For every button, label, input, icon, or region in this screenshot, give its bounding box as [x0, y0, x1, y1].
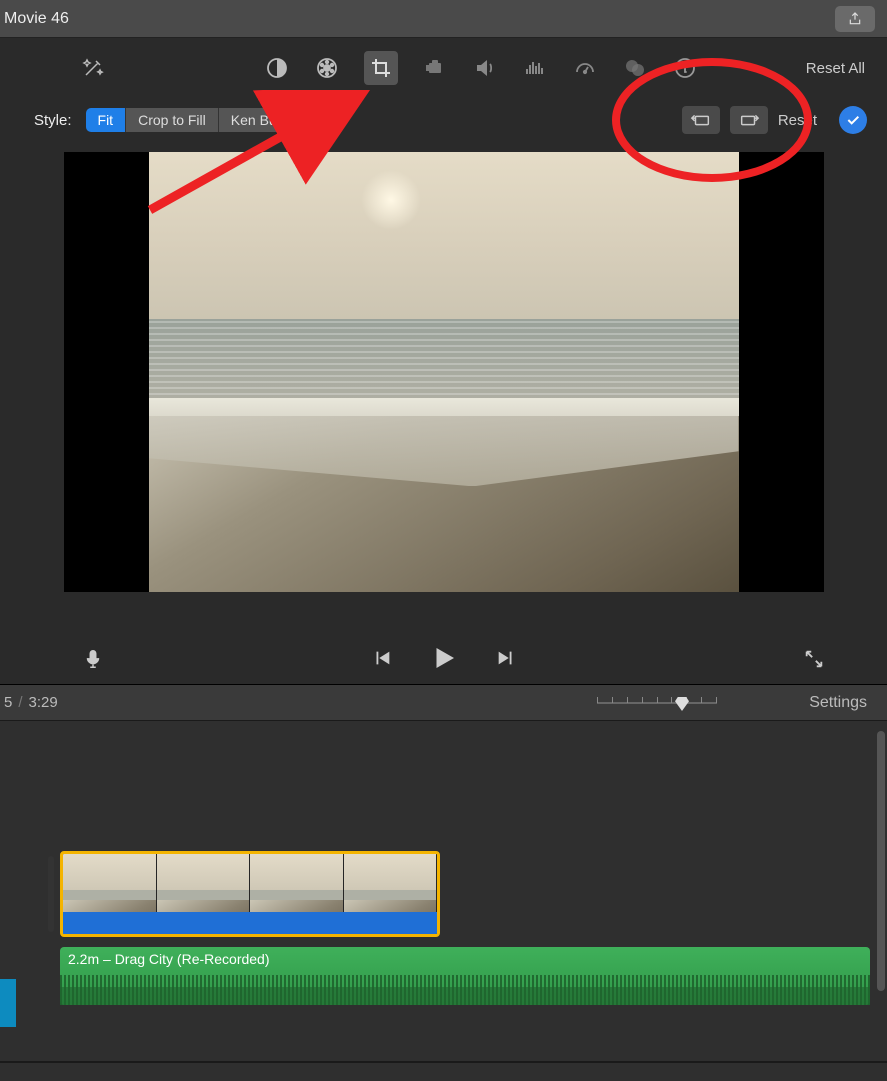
apply-button[interactable] — [839, 106, 867, 134]
viewer — [0, 142, 887, 634]
video-canvas[interactable] — [64, 152, 824, 592]
speed-icon[interactable] — [572, 55, 598, 81]
share-button[interactable] — [835, 6, 875, 32]
clip-handle[interactable] — [48, 856, 54, 932]
reset-crop-button[interactable]: Reset — [778, 112, 817, 129]
stabilization-icon[interactable] — [422, 55, 448, 81]
style-segmented-control: Fit Crop to Fill Ken Burns — [86, 108, 309, 132]
rotate-ccw-button[interactable] — [682, 106, 720, 134]
magic-wand-icon[interactable] — [80, 55, 106, 81]
timeline-settings-button[interactable]: Settings — [809, 694, 867, 712]
clip-audio-bar — [63, 912, 437, 934]
clip-filter-icon[interactable] — [622, 55, 648, 81]
reset-all-button[interactable]: Reset All — [806, 60, 865, 77]
time-separator: / — [18, 694, 22, 711]
adjust-toolbar: Reset All — [0, 38, 887, 98]
play-button[interactable] — [429, 643, 459, 676]
time-current: 5 — [4, 694, 12, 711]
timeline-header: 5 / 3:29 Settings — [0, 685, 887, 721]
video-frame — [149, 152, 739, 592]
voiceover-button[interactable] — [80, 646, 106, 672]
title-bar: Movie 46 — [0, 0, 887, 38]
style-fit-button[interactable]: Fit — [86, 108, 127, 132]
fullscreen-button[interactable] — [801, 646, 827, 672]
scrollbar[interactable] — [877, 731, 885, 991]
project-title: Movie 46 — [0, 10, 69, 28]
share-icon — [847, 10, 863, 28]
audio-clip-label: 2.2m – Drag City (Re-Recorded) — [68, 951, 270, 967]
time-total: 3:29 — [29, 694, 58, 711]
style-label: Style: — [34, 112, 72, 129]
style-crop-to-fill-button[interactable]: Crop to Fill — [126, 108, 219, 132]
crop-style-row: Style: Fit Crop to Fill Ken Burns Reset — [0, 98, 887, 142]
next-button[interactable] — [495, 647, 517, 672]
check-icon — [845, 112, 861, 128]
playback-controls — [0, 634, 887, 684]
volume-icon[interactable] — [472, 55, 498, 81]
noise-reduction-icon[interactable] — [522, 55, 548, 81]
waveform — [60, 975, 870, 1005]
crop-icon[interactable] — [364, 51, 398, 85]
color-balance-icon[interactable] — [264, 55, 290, 81]
color-correction-icon[interactable] — [314, 55, 340, 81]
prev-button[interactable] — [371, 647, 393, 672]
zoom-slider[interactable] — [597, 695, 717, 711]
rotate-group: Reset — [682, 106, 817, 134]
zoom-knob[interactable] — [675, 697, 689, 711]
rotate-cw-button[interactable] — [730, 106, 768, 134]
timeline[interactable]: 2.2m – Drag City (Re-Recorded) — [0, 721, 887, 1081]
style-ken-burns-button[interactable]: Ken Burns — [219, 108, 308, 132]
video-clip[interactable] — [60, 851, 440, 937]
info-icon[interactable] — [672, 55, 698, 81]
audio-clip[interactable]: 2.2m – Drag City (Re-Recorded) — [60, 947, 870, 1005]
playhead-indicator — [0, 979, 16, 1027]
